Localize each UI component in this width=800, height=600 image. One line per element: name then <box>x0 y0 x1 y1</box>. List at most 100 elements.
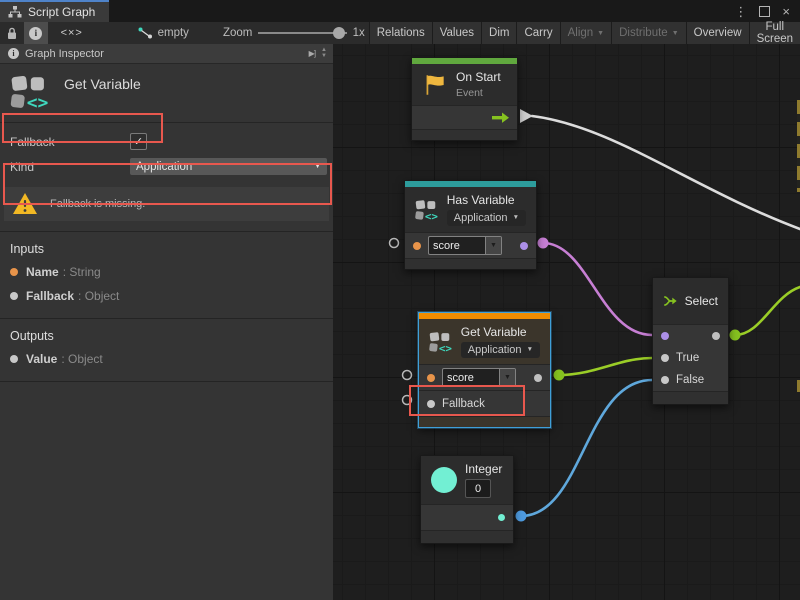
variables-icon: <> <box>429 331 453 353</box>
window-menu-icon[interactable]: ⋮ <box>734 5 747 18</box>
dim-button[interactable]: Dim <box>481 22 516 44</box>
integer-icon <box>431 467 457 493</box>
window-close-icon[interactable]: × <box>782 5 790 18</box>
select-icon <box>663 291 677 311</box>
kind-value: Application <box>136 161 314 173</box>
empty-label: empty <box>158 27 189 39</box>
wire-select-offscreen[interactable] <box>735 287 800 335</box>
wire-endpoint[interactable] <box>730 330 741 341</box>
chevron-down-icon[interactable]: ▼ <box>485 237 501 254</box>
values-button[interactable]: Values <box>432 22 481 44</box>
chevron-down-icon: ▼ <box>672 30 679 37</box>
node-title: Integer <box>465 462 502 476</box>
info-icon: i <box>29 27 42 40</box>
zoom-slider[interactable] <box>258 22 346 44</box>
graph-canvas[interactable]: On Start Event <> <box>333 44 800 600</box>
fallback-input-port[interactable] <box>427 400 435 408</box>
overview-button[interactable]: Overview <box>686 22 749 44</box>
inspector-title: Graph Inspector <box>25 48 303 60</box>
dock-icon[interactable]: ▶] <box>309 49 315 58</box>
flow-output-port[interactable] <box>492 112 509 123</box>
integer-output-port[interactable] <box>498 514 505 521</box>
kind-label: Kind <box>10 160 130 174</box>
true-input-port[interactable] <box>661 354 669 362</box>
values-toggle-button[interactable]: <×> <box>48 22 96 44</box>
lock-button[interactable] <box>0 22 24 44</box>
input-port-row: Name : String <box>0 260 333 284</box>
tab-script-graph[interactable]: Script Graph <box>0 0 109 22</box>
unconnected-port-ring[interactable] <box>403 371 412 380</box>
node-get-variable[interactable]: <> Get Variable Application ▼ ▼ <box>418 312 551 428</box>
unconnected-port-ring[interactable] <box>390 239 399 248</box>
bool-output-port[interactable] <box>520 242 528 250</box>
wire-endpoint[interactable] <box>538 238 549 249</box>
node-subtitle: Event <box>456 87 501 99</box>
wire-endpoint[interactable] <box>554 370 565 381</box>
wire-hasvariable-select[interactable] <box>543 243 652 335</box>
condition-input-port[interactable] <box>661 332 669 340</box>
node-integer[interactable]: Integer <box>420 455 514 544</box>
variable-name-input[interactable] <box>429 240 485 252</box>
fallback-port-label: Fallback <box>442 398 485 410</box>
kind-dropdown[interactable]: Application ▼ <box>447 210 526 226</box>
object-port-dot <box>10 292 18 300</box>
selection-output-port[interactable] <box>712 332 720 340</box>
integer-value-input[interactable] <box>466 483 490 495</box>
unconnected-port-ring[interactable] <box>403 396 412 405</box>
fallback-label: Fallback <box>10 135 130 149</box>
variables-icon: <> <box>415 199 439 221</box>
fallback-option-row: Fallback ✓ <box>0 129 333 154</box>
node-has-variable[interactable]: <> Has Variable Application ▼ ▼ <box>404 180 537 270</box>
node-select[interactable]: Select True False <box>652 277 729 405</box>
warning-icon <box>12 192 38 216</box>
info-icon: i <box>8 48 19 59</box>
wire-arrow-connector[interactable] <box>520 109 533 123</box>
unity-script-graph-window: Script Graph ⋮ × i <×> empty Zoom <box>0 0 800 600</box>
carry-button[interactable]: Carry <box>516 22 559 44</box>
divider <box>0 381 333 382</box>
variable-name-field[interactable]: ▼ <box>442 368 516 387</box>
distribute-button[interactable]: Distribute▼ <box>611 22 686 44</box>
inspector-toggle-button[interactable]: i <box>24 22 48 44</box>
kind-option-row: Kind Application ▼ <box>0 154 333 179</box>
fullscreen-button[interactable]: Full Screen <box>749 22 800 44</box>
false-input-port[interactable] <box>661 376 669 384</box>
svg-text:<>: <> <box>27 92 49 110</box>
value-output-port[interactable] <box>534 374 542 382</box>
node-title: Select <box>685 294 718 308</box>
name-input-port[interactable] <box>427 374 435 382</box>
zoom-slider-handle[interactable] <box>333 27 345 39</box>
wire-onstart-offscreen[interactable] <box>532 116 800 229</box>
chevron-down-icon: ▼ <box>314 163 321 170</box>
scroll-arrows[interactable]: ▲▼ <box>321 48 329 59</box>
graph-toolbar: i <×> empty Zoom 1x Relations Values Dim… <box>0 22 800 45</box>
wire-endpoint[interactable] <box>516 511 527 522</box>
lock-icon <box>6 27 18 40</box>
align-button[interactable]: Align▼ <box>560 22 612 44</box>
name-input-port[interactable] <box>413 242 421 250</box>
flag-icon <box>422 72 448 98</box>
selection-indicator: empty <box>138 22 189 44</box>
graph-icon <box>8 6 22 18</box>
chevron-down-icon[interactable]: ▼ <box>499 369 515 386</box>
variable-name-input[interactable] <box>443 372 499 384</box>
string-port-dot <box>10 268 18 276</box>
kind-dropdown[interactable]: Application ▼ <box>461 342 540 358</box>
kind-dropdown[interactable]: Application ▼ <box>130 158 327 175</box>
true-port-label: True <box>676 352 699 364</box>
relations-button[interactable]: Relations <box>369 22 432 44</box>
integer-value-field[interactable] <box>465 479 491 498</box>
graph-inspector-panel: i Graph Inspector ▶] ▲▼ <> Get Variable … <box>0 44 334 600</box>
wire-getvariable-select-true[interactable] <box>559 358 652 375</box>
window-maximize-icon[interactable] <box>759 6 770 17</box>
scroll-down-icon[interactable]: ▼ <box>321 54 327 59</box>
check-icon: ✓ <box>134 135 143 148</box>
chevron-down-icon: ▼ <box>513 215 519 222</box>
node-on-start[interactable]: On Start Event <box>411 57 518 141</box>
fallback-checkbox[interactable]: ✓ <box>130 133 147 150</box>
svg-text:<>: <> <box>439 341 453 352</box>
variable-name-field[interactable]: ▼ <box>428 236 502 255</box>
get-variable-icon: <> <box>10 74 50 110</box>
warning-box: Fallback is missing. <box>4 187 329 221</box>
title-bar: Script Graph ⋮ × <box>0 0 800 22</box>
